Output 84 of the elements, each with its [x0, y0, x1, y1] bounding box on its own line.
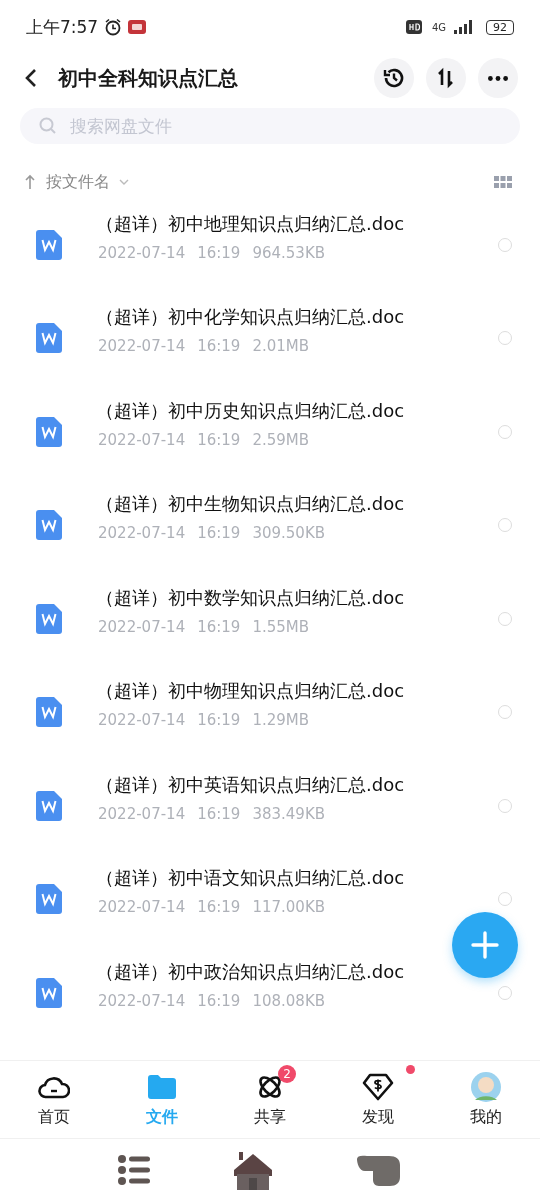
word-file-icon — [36, 790, 62, 821]
file-date: 2022-07-14 — [98, 243, 186, 262]
file-name: （超详）初中化学知识点归纳汇总.doc — [96, 305, 406, 330]
file-time: 16:19 — [197, 711, 241, 730]
tab[interactable]: 发现 — [324, 1061, 432, 1137]
file-name: （超详）初中物理知识点归纳汇总.doc — [96, 679, 406, 704]
word-file-icon — [36, 977, 62, 1008]
word-file-icon — [36, 697, 62, 728]
chevron-down-icon — [118, 177, 130, 187]
status-time: 上午7:57 — [26, 15, 99, 39]
file-name: （超详）初中数学知识点归纳汇总.doc — [96, 585, 406, 610]
file-date: 2022-07-14 — [98, 898, 186, 917]
file-name: （超详）初中语文知识点归纳汇总.doc — [96, 866, 406, 891]
word-file-icon — [36, 416, 62, 447]
diamond-dollar-icon — [362, 1072, 394, 1101]
file-size: 1.29MB — [252, 711, 310, 730]
word-file-icon — [36, 323, 62, 354]
file-size: 309.50KB — [252, 524, 326, 543]
grid-view-icon[interactable] — [494, 176, 512, 188]
page-title: 初中全科知识点汇总 — [58, 64, 238, 92]
search-icon — [38, 116, 58, 136]
alarm-icon — [104, 18, 123, 36]
more-button[interactable] — [478, 58, 518, 98]
file-time: 16:19 — [197, 430, 241, 449]
file-time: 16:19 — [197, 898, 241, 917]
history-button[interactable] — [374, 58, 414, 98]
file-row[interactable]: （超详）初中语文知识点归纳汇总.doc 2022-07-14 16:19 117.00KB — [0, 852, 540, 946]
file-date: 2022-07-14 — [98, 524, 186, 543]
tab[interactable]: 首页 — [0, 1061, 108, 1137]
word-file-icon — [36, 510, 62, 541]
app-notification-icon — [128, 19, 147, 35]
back-icon[interactable] — [24, 67, 38, 89]
file-date: 2022-07-14 — [98, 711, 186, 730]
file-time: 16:19 — [197, 617, 241, 636]
sort-by-name-button[interactable]: 按文件名 — [24, 171, 130, 193]
tab[interactable]: 2 共享 — [216, 1061, 324, 1137]
up-arrow-icon — [24, 174, 36, 190]
file-row[interactable]: （超详）初中地理知识点归纳汇总.doc 2022-07-14 16:19 964.53KB — [0, 198, 540, 292]
file-size: 2.01MB — [252, 337, 310, 356]
plus-icon — [470, 930, 500, 960]
file-row[interactable]: （超详）初中生物知识点归纳汇总.doc 2022-07-14 16:19 309.50KB — [0, 478, 540, 572]
file-size: 108.08KB — [252, 991, 326, 1010]
battery-indicator: 92 — [486, 19, 514, 35]
file-time: 16:19 — [197, 243, 241, 262]
file-date: 2022-07-14 — [98, 337, 186, 356]
file-date: 2022-07-14 — [98, 991, 186, 1010]
file-size: 117.00KB — [252, 898, 326, 917]
network-label: 4G — [431, 21, 446, 33]
file-name: （超详）初中地理知识点归纳汇总.doc — [96, 211, 406, 236]
file-row[interactable]: （超详）初中数学知识点归纳汇总.doc 2022-07-14 16:19 1.55MB — [0, 572, 540, 666]
word-file-icon — [36, 603, 62, 634]
file-size: 2.59MB — [252, 430, 310, 449]
file-row[interactable]: （超详）初中化学知识点归纳汇总.doc 2022-07-14 16:19 2.01MB — [0, 291, 540, 385]
add-button[interactable] — [452, 912, 518, 978]
file-date: 2022-07-14 — [98, 617, 186, 636]
file-date: 2022-07-14 — [98, 804, 186, 823]
word-file-icon — [36, 229, 62, 260]
more-icon — [488, 75, 508, 81]
file-name: （超详）初中政治知识点归纳汇总.doc — [96, 959, 406, 984]
file-name: （超详）初中生物知识点归纳汇总.doc — [96, 492, 406, 517]
file-date: 2022-07-14 — [98, 430, 186, 449]
file-time: 16:19 — [197, 524, 241, 543]
avatar — [471, 1071, 501, 1102]
history-icon — [382, 66, 406, 90]
file-row[interactable]: （超详）初中英语知识点归纳汇总.doc 2022-07-14 16:19 383.49KB — [0, 759, 540, 853]
word-file-icon — [36, 884, 62, 915]
file-name: （超详）初中历史知识点归纳汇总.doc — [96, 398, 406, 423]
file-row[interactable]: （超详）初中物理知识点归纳汇总.doc 2022-07-14 16:19 1.29MB — [0, 665, 540, 759]
file-name: （超详）初中英语知识点归纳汇总.doc — [96, 772, 406, 797]
file-size: 964.53KB — [252, 243, 326, 262]
file-row[interactable]: （超详）初中历史知识点归纳汇总.doc 2022-07-14 16:19 2.59MB — [0, 385, 540, 479]
signal-icon — [452, 20, 474, 34]
file-time: 16:19 — [197, 337, 241, 356]
file-time: 16:19 — [197, 804, 241, 823]
tab[interactable]: 我的 — [432, 1061, 540, 1137]
file-size: 1.55MB — [252, 617, 310, 636]
list-icon[interactable] — [117, 1153, 151, 1187]
file-row[interactable]: （超详）初中政治知识点归纳汇总.doc 2022-07-14 16:19 108.08KB — [0, 946, 540, 1040]
hd-icon — [405, 20, 422, 34]
file-time: 16:19 — [197, 991, 241, 1010]
sort-button[interactable] — [426, 58, 466, 98]
file-size: 383.49KB — [252, 804, 326, 823]
folder-icon — [148, 1074, 176, 1099]
notification-badge: 2 — [278, 1064, 296, 1083]
